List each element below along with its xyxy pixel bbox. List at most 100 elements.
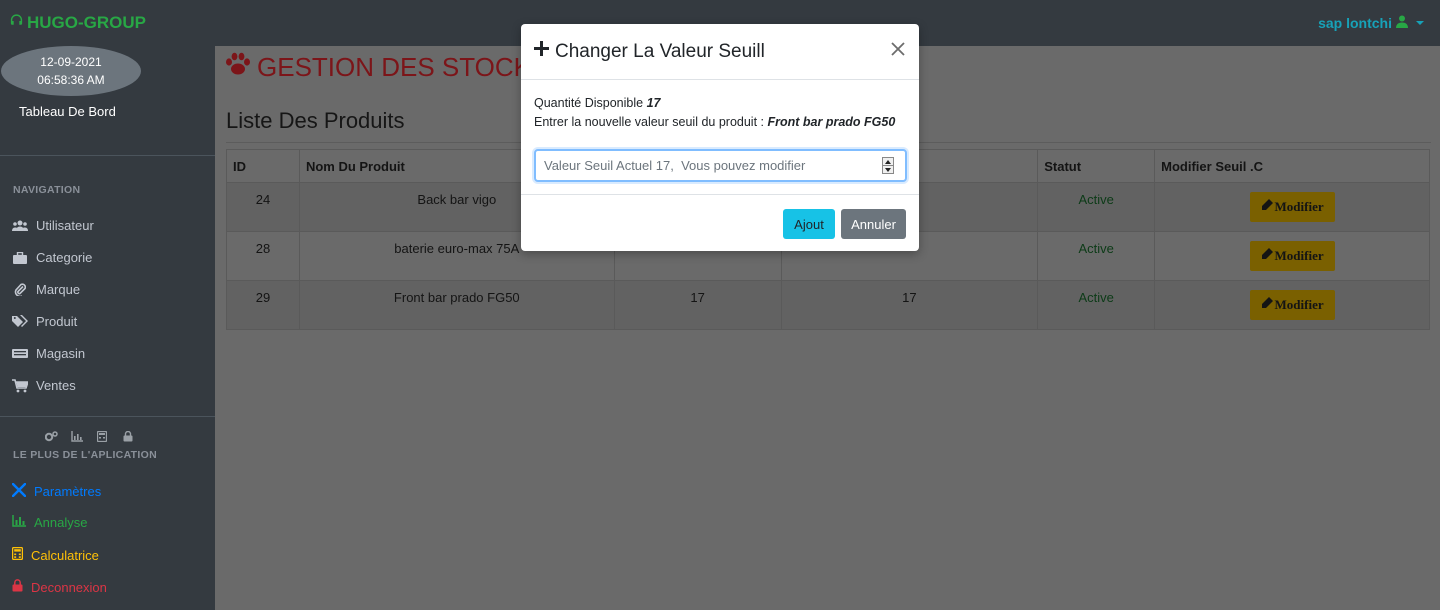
plus-heading: LE PLUS DE L'APLICATION — [13, 449, 157, 461]
cell-id: 29 — [226, 280, 300, 330]
sidebar-item-label: Produit — [36, 314, 78, 329]
lock-icon — [12, 579, 23, 595]
modal-title-text: Changer La Valeur Seuill — [555, 40, 765, 62]
sidebar-item-annalyse[interactable]: Annalyse — [12, 515, 87, 530]
chart-icon[interactable] — [71, 431, 83, 442]
sidebar-item-marque[interactable]: Marque — [12, 282, 80, 297]
spinner-down-icon[interactable] — [883, 166, 893, 173]
status-badge: Active — [1037, 280, 1156, 330]
cell-threshold: 17 — [780, 280, 1039, 330]
quantity-label: Quantité Disponible — [534, 96, 644, 110]
sidebar-item-label: Calculatrice — [31, 547, 99, 563]
calculator-icon[interactable] — [96, 430, 109, 443]
pen-icon — [1261, 248, 1273, 264]
modify-button[interactable]: Modifier — [1249, 241, 1335, 271]
status-badge: Active — [1037, 182, 1156, 232]
cell-action: Modifier — [1154, 280, 1430, 330]
modify-button[interactable]: Modifier — [1249, 290, 1335, 320]
sidebar-item-label: Ventes — [36, 378, 76, 393]
sidebar-item-produit[interactable]: Produit — [12, 314, 77, 329]
close-icon[interactable] — [889, 40, 907, 58]
users-icon — [12, 219, 28, 233]
column-header-status[interactable]: Statut — [1037, 149, 1156, 183]
divider — [0, 155, 215, 156]
calculator-icon — [11, 546, 24, 563]
sidebar-item-deconnexion[interactable]: Deconnexion — [12, 579, 107, 595]
cell-action: Modifier — [1154, 182, 1430, 232]
modify-button[interactable]: Modifier — [1249, 192, 1335, 222]
threshold-input[interactable] — [534, 149, 907, 182]
chart-icon — [12, 515, 26, 530]
spinner-up-icon[interactable] — [883, 158, 893, 166]
brand[interactable]: HUGO-GROUP — [9, 13, 146, 33]
list-title: Liste Des Produits — [226, 108, 405, 133]
seuil-modal: Changer La Valeur Seuill Quantité Dispon… — [521, 24, 919, 251]
modal-header: Changer La Valeur Seuill — [521, 24, 919, 80]
user-icon — [1396, 15, 1408, 31]
clock-time: 06:58:36 AM — [37, 73, 105, 87]
modal-footer: Ajout Annuler — [521, 194, 919, 251]
modal-title: Changer La Valeur Seuill — [533, 40, 765, 63]
table-row: 29 Front bar prado FG50 17 17 Active Mod… — [226, 280, 1430, 330]
sidebar-item-label: Deconnexion — [31, 579, 107, 595]
sidebar-item-label: Utilisateur — [36, 218, 94, 233]
user-menu[interactable]: sap lontchi — [1318, 15, 1424, 31]
briefcase-icon — [12, 251, 28, 265]
quantity-value: 17 — [646, 96, 661, 110]
sidebar-item-label: Categorie — [36, 250, 93, 265]
modify-button-label: Modifier — [1274, 248, 1324, 263]
sidebar-item-parametres[interactable]: Paramètres — [11, 482, 102, 500]
prompt-label: Entrer la nouvelle valeur seuil du produ… — [534, 115, 764, 129]
quantity-line: Quantité Disponible 17 — [534, 94, 906, 113]
tools-icon — [11, 482, 27, 500]
column-header-id[interactable]: ID — [226, 149, 300, 183]
headset-icon — [9, 13, 24, 33]
clock-widget: 12-09-2021 06:58:36 AM — [1, 46, 141, 96]
status-badge: Active — [1037, 231, 1156, 281]
prompt-line: Entrer la nouvelle valeur seuil du produ… — [534, 113, 906, 132]
chevron-down-icon — [1416, 21, 1424, 25]
modal-body: Quantité Disponible 17 Entrer la nouvell… — [534, 94, 906, 132]
modify-button-label: Modifier — [1274, 297, 1324, 312]
shortcut-icons — [44, 430, 135, 443]
sidebar: 12-09-2021 06:58:36 AM Tableau De Bord N… — [0, 46, 215, 610]
annuler-button[interactable]: Annuler — [841, 209, 906, 239]
modify-button-label: Modifier — [1274, 199, 1324, 214]
pen-icon — [1261, 199, 1273, 215]
cell-id: 24 — [226, 182, 300, 232]
cell-action: Modifier — [1154, 231, 1430, 281]
cell-name: Front bar prado FG50 — [298, 280, 615, 330]
clock-date: 12-09-2021 — [40, 55, 102, 69]
sidebar-item-utilisateur[interactable]: Utilisateur — [12, 218, 94, 233]
sidebar-item-ventes[interactable]: Ventes — [12, 378, 76, 393]
sidebar-item-label: Annalyse — [34, 515, 88, 530]
page-title: GESTION DES STOCK — [225, 52, 531, 83]
paw-icon — [225, 52, 251, 83]
cogs-icon[interactable] — [44, 431, 58, 442]
sidebar-item-label: Paramètres — [34, 484, 102, 499]
column-header-modify[interactable]: Modifier Seuil .C — [1154, 149, 1430, 183]
sidebar-item-calculatrice[interactable]: Calculatrice — [11, 546, 99, 563]
plus-icon — [533, 40, 550, 63]
store-icon — [12, 347, 28, 361]
sidebar-item-magasin[interactable]: Magasin — [12, 346, 85, 361]
number-spinner[interactable] — [882, 157, 894, 174]
pen-icon — [1261, 297, 1273, 313]
page-title-text: GESTION DES STOCK — [257, 52, 532, 82]
user-name: sap lontchi — [1318, 15, 1392, 31]
ajout-button[interactable]: Ajout — [783, 209, 835, 239]
cart-icon — [12, 378, 28, 393]
cell-id: 28 — [226, 231, 300, 281]
lock-icon[interactable] — [123, 430, 135, 442]
sidebar-item-label: Marque — [36, 282, 81, 297]
sidebar-item-categorie[interactable]: Categorie — [12, 250, 92, 265]
paperclip-icon — [12, 283, 28, 297]
divider — [0, 416, 215, 417]
nav-heading: NAVIGATION — [13, 184, 81, 196]
tags-icon — [12, 315, 28, 329]
sidebar-item-label: Magasin — [36, 346, 86, 361]
product-name: Front bar prado FG50 — [767, 115, 896, 129]
brand-name: HUGO-GROUP — [27, 13, 146, 32]
cell-quantity: 17 — [613, 280, 782, 330]
dashboard-link[interactable]: Tableau De Bord — [19, 104, 116, 119]
